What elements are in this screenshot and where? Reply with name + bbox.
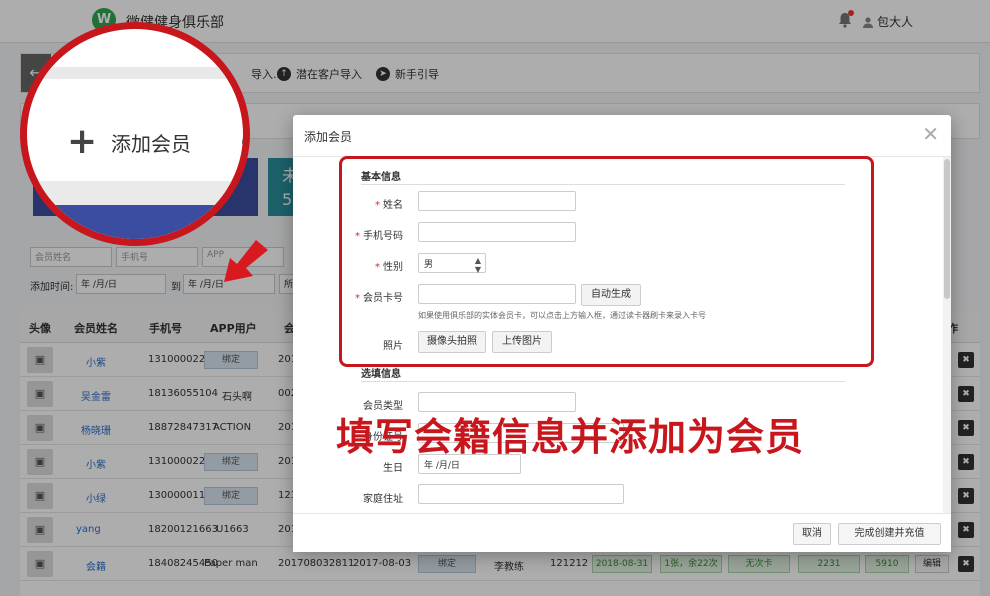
- pointer-arrow-icon: [224, 240, 268, 282]
- highlight-box: [339, 156, 874, 367]
- dialog-scrollbar[interactable]: [943, 157, 951, 513]
- optional-info-heading: 选填信息: [361, 369, 401, 380]
- close-icon[interactable]: ✕: [922, 124, 939, 144]
- birthday-label: 生日: [383, 463, 403, 474]
- magnifier-callout: + 添加会员: [20, 22, 250, 246]
- dialog-header: 添加会员 ✕: [293, 115, 951, 157]
- plus-icon: +: [67, 121, 98, 162]
- divider: [361, 381, 845, 382]
- magnified-bar: [27, 67, 243, 79]
- dialog-footer: 取消 完成创建并充值: [293, 513, 951, 552]
- magnified-add-member-label: 添加会员: [111, 132, 191, 156]
- magnified-dot: [242, 135, 243, 149]
- cancel-button[interactable]: 取消: [793, 523, 831, 545]
- address-input[interactable]: [418, 484, 624, 504]
- magnified-bar: [27, 181, 243, 205]
- address-label: 家庭住址: [363, 494, 403, 505]
- create-and-recharge-button[interactable]: 完成创建并充值: [838, 523, 941, 545]
- scroll-thumb[interactable]: [944, 159, 950, 299]
- tutorial-caption: 填写会籍信息并添加为会员: [336, 415, 805, 459]
- dialog-title: 添加会员: [304, 130, 353, 144]
